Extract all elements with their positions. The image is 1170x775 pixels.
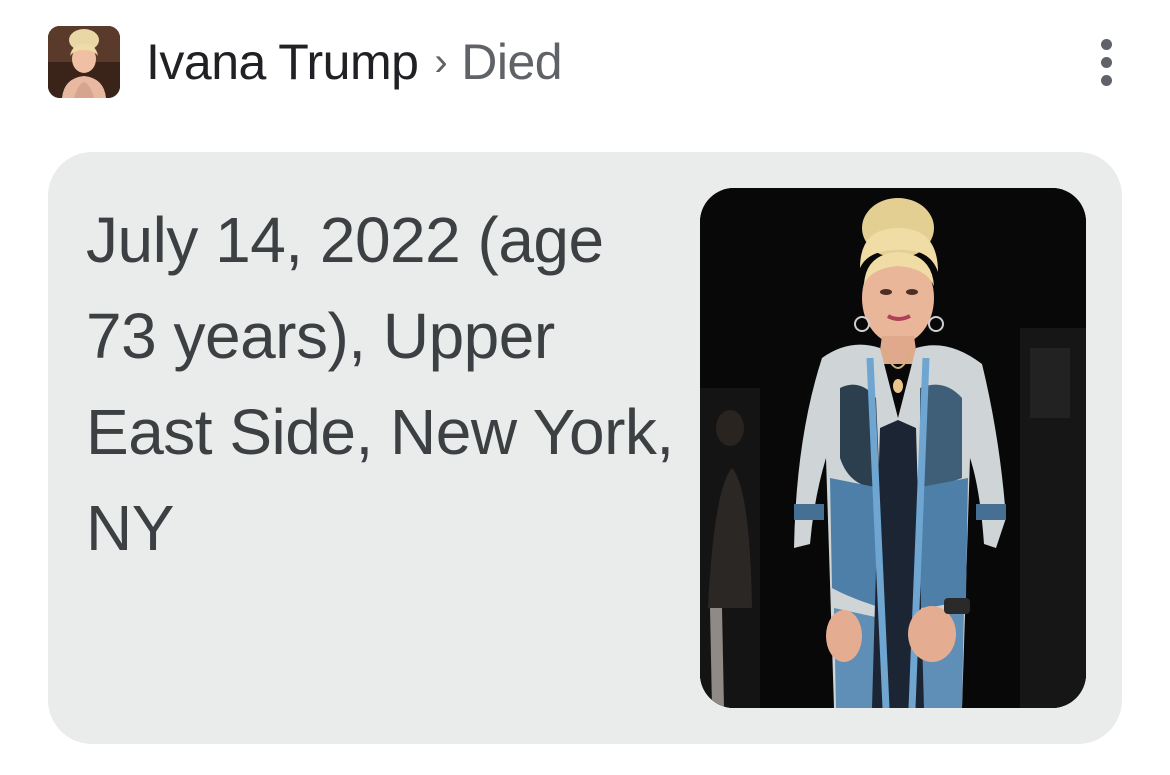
more-vert-icon-dot xyxy=(1100,74,1112,86)
entity-photo[interactable] xyxy=(700,188,1086,708)
entity-thumbnail[interactable] xyxy=(48,26,120,98)
breadcrumb-separator: › xyxy=(434,40,448,84)
more-vert-icon-dot xyxy=(1100,56,1112,68)
breadcrumb-attribute: Died xyxy=(461,34,563,90)
person-portrait-thumbnail-icon xyxy=(48,26,120,98)
result-header: Ivana Trump › Died xyxy=(48,26,1128,98)
answer-text: July 14, 2022 (age 73 years), Upper East… xyxy=(86,204,674,564)
breadcrumb: Ivana Trump › Died xyxy=(146,26,563,98)
more-vert-icon xyxy=(1100,38,1112,50)
more-options-button[interactable] xyxy=(1076,32,1136,92)
answer-card[interactable]: July 14, 2022 (age 73 years), Upper East… xyxy=(48,152,1122,744)
person-portrait-photo-icon xyxy=(700,188,1086,708)
breadcrumb-entity[interactable]: Ivana Trump xyxy=(146,26,419,98)
knowledge-panel-result: Ivana Trump › Died July 14, 2022 (age 73… xyxy=(0,0,1170,775)
